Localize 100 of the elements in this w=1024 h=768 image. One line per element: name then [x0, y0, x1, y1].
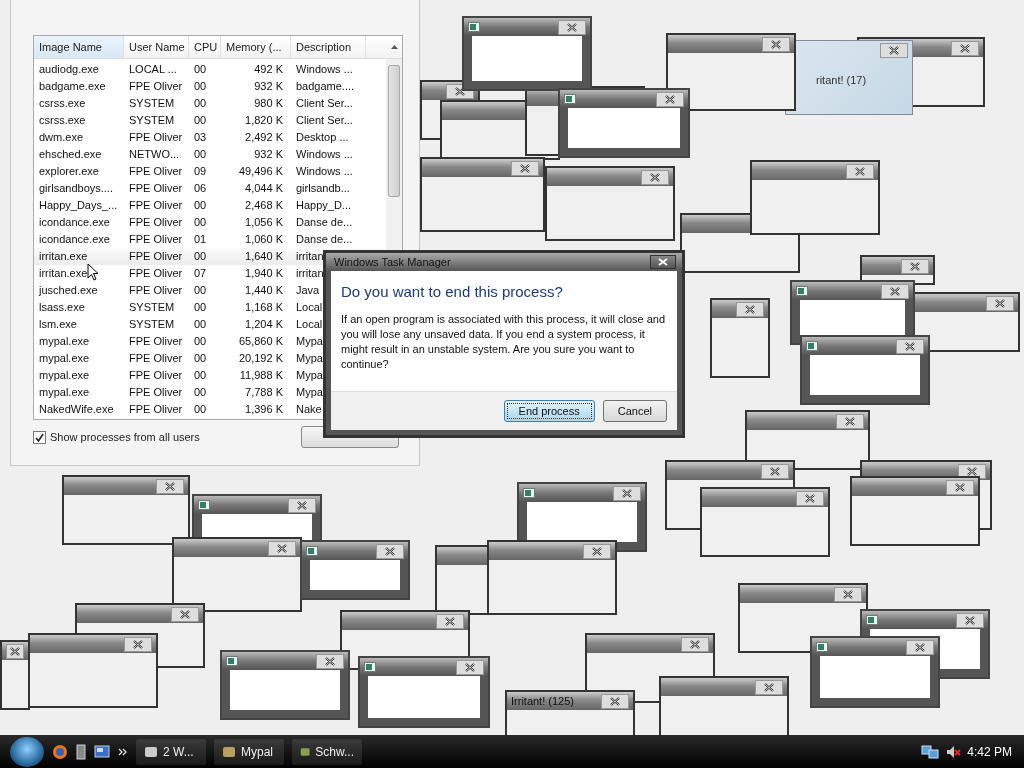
dialog-message: If an open program is associated with this process, it will close and you will lose any unsaved data. If you end a system process, it might result in an unstable system. Are you sure you want to continue? [341, 312, 667, 372]
table-cell: FPE Oliver [129, 335, 183, 347]
table-cell: 65,860 K [238, 335, 283, 347]
table-cell: csrss.exe [39, 114, 86, 126]
table-cell: 00 [194, 335, 207, 347]
table-cell: 932 K [254, 148, 283, 160]
table-cell: FPE Oliver [129, 216, 183, 228]
dialog-button[interactable]: End process [503, 400, 595, 422]
table-cell: FPE Oliver [129, 267, 183, 279]
table-cell: 2,468 K [245, 199, 283, 211]
table-cell: 932 K [254, 80, 283, 92]
table-cell: FPE Oliver [129, 386, 183, 398]
table-cell: 1,640 K [245, 250, 283, 262]
table-cell: 00 [194, 250, 207, 262]
table-cell: Java [296, 284, 320, 296]
taskbar-button[interactable]: Mypal [214, 738, 284, 765]
table-cell: 06 [194, 182, 207, 194]
table-cell: 00 [194, 80, 207, 92]
table-cell: Local [296, 301, 323, 313]
table-cell: mypal.exe [39, 352, 90, 364]
table-cell: 00 [194, 199, 207, 211]
table-cell: Local [296, 318, 323, 330]
table-cell: Happy_Days_... [39, 199, 118, 211]
table-row[interactable]: icondance.exe FPE Oliver 00 1,056 K Danse de... [34, 214, 386, 231]
table-cell: Danse de... [296, 233, 353, 245]
table-cell: jusched.exe [39, 284, 98, 296]
table-row[interactable]: csrss.exe SYSTEM 00 980 K Client Ser... [34, 95, 386, 112]
dialog-heading: Do you want to end this process? [341, 283, 564, 300]
table-cell: mypal.exe [39, 369, 90, 381]
table-cell: 20,192 K [238, 352, 283, 364]
table-cell: csrss.exe [39, 97, 86, 109]
table-cell: Mypa [296, 335, 323, 347]
table-cell: 00 [194, 97, 207, 109]
taskbar-button[interactable]: 2 W... [136, 738, 206, 765]
table-row[interactable]: girlsandboys.... FPE Oliver 06 4,044 K girlsandb... [34, 180, 386, 197]
table-cell: 1,204 K [245, 318, 283, 330]
checkbox-label: Show processes from all users [50, 431, 200, 443]
table-cell: 1,940 K [245, 267, 283, 279]
table-row[interactable]: icondance.exe FPE Oliver 01 1,060 K Danse de... [34, 231, 386, 248]
table-cell: 00 [194, 369, 207, 381]
table-cell: FPE Oliver [129, 403, 183, 415]
table-row[interactable]: dwm.exe FPE Oliver 03 2,492 K Desktop ... [34, 129, 386, 146]
table-cell: SYSTEM [129, 114, 175, 126]
column-header[interactable]: Image Name [34, 36, 124, 58]
table-cell: 1,056 K [245, 216, 283, 228]
taskbar-button[interactable]: Schw... [292, 738, 362, 765]
table-cell: 07 [194, 267, 207, 279]
column-header[interactable]: Memory (... [221, 36, 291, 58]
window-title: ritant! (17) [816, 73, 867, 86]
table-cell: SYSTEM [129, 318, 175, 330]
table-cell: 00 [194, 114, 207, 126]
table-cell: badgame.... [296, 80, 355, 92]
table-row[interactable]: csrss.exe SYSTEM 00 1,820 K Client Ser... [34, 112, 386, 129]
table-cell: badgame.exe [39, 80, 106, 92]
table-cell: 00 [194, 63, 207, 75]
popup-window[interactable]: ritant! (17) [785, 40, 913, 115]
table-cell: icondance.exe [39, 216, 110, 228]
column-header[interactable]: CPU [189, 36, 221, 58]
table-cell: Mypa [296, 369, 323, 381]
table-cell: 1,060 K [245, 233, 283, 245]
table-cell: mypal.exe [39, 335, 90, 347]
table-cell: 49,496 K [238, 165, 283, 177]
table-row[interactable]: Happy_Days_... FPE Oliver 00 2,468 K Happy_D... [34, 197, 386, 214]
table-cell: irritan.exe [39, 250, 88, 262]
dialog-button[interactable]: Cancel [602, 400, 667, 422]
column-header[interactable]: Description [291, 36, 366, 58]
table-row[interactable]: audiodg.exe LOCAL ... 00 492 K Windows ... [34, 61, 386, 78]
table-cell: lsass.exe [39, 301, 85, 313]
table-cell: 00 [194, 318, 207, 330]
table-cell: 09 [194, 165, 207, 177]
table-row[interactable]: badgame.exe FPE Oliver 00 932 K badgame.... [34, 78, 386, 95]
table-cell: ehsched.exe [39, 148, 102, 160]
table-cell: irritan [296, 267, 324, 279]
table-cell: lsm.exe [39, 318, 77, 330]
column-header[interactable]: User Name [124, 36, 189, 58]
table-cell: Nake [296, 403, 322, 415]
table-cell: Happy_D... [296, 199, 352, 211]
table-cell: FPE Oliver [129, 199, 183, 211]
table-cell: FPE Oliver [129, 369, 183, 381]
table-cell: FPE Oliver [129, 80, 183, 92]
table-cell: NakedWife.exe [39, 403, 114, 415]
table-cell: 1,820 K [245, 114, 283, 126]
table-row[interactable]: explorer.exe FPE Oliver 09 49,496 K Windows ... [34, 163, 386, 180]
table-cell: Client Ser... [296, 97, 353, 109]
clock[interactable]: 4:42 PM [967, 744, 1012, 759]
table-cell: 03 [194, 131, 207, 143]
table-cell: mypal.exe [39, 386, 90, 398]
table-row[interactable]: ehsched.exe NETWO... 00 932 K Windows ... [34, 146, 386, 163]
table-cell: 00 [194, 352, 207, 364]
table-cell: irritan.exe [39, 267, 88, 279]
table-cell: FPE Oliver [129, 284, 183, 296]
table-cell: LOCAL ... [129, 63, 177, 75]
table-cell: Windows ... [296, 148, 353, 160]
table-cell: girlsandb... [296, 182, 350, 194]
table-cell: 980 K [254, 97, 283, 109]
table-cell: Windows ... [296, 165, 353, 177]
table-cell: 1,168 K [245, 301, 283, 313]
table-cell: NETWO... [129, 148, 180, 160]
table-cell: FPE Oliver [129, 250, 183, 262]
table-cell: 01 [194, 233, 207, 245]
